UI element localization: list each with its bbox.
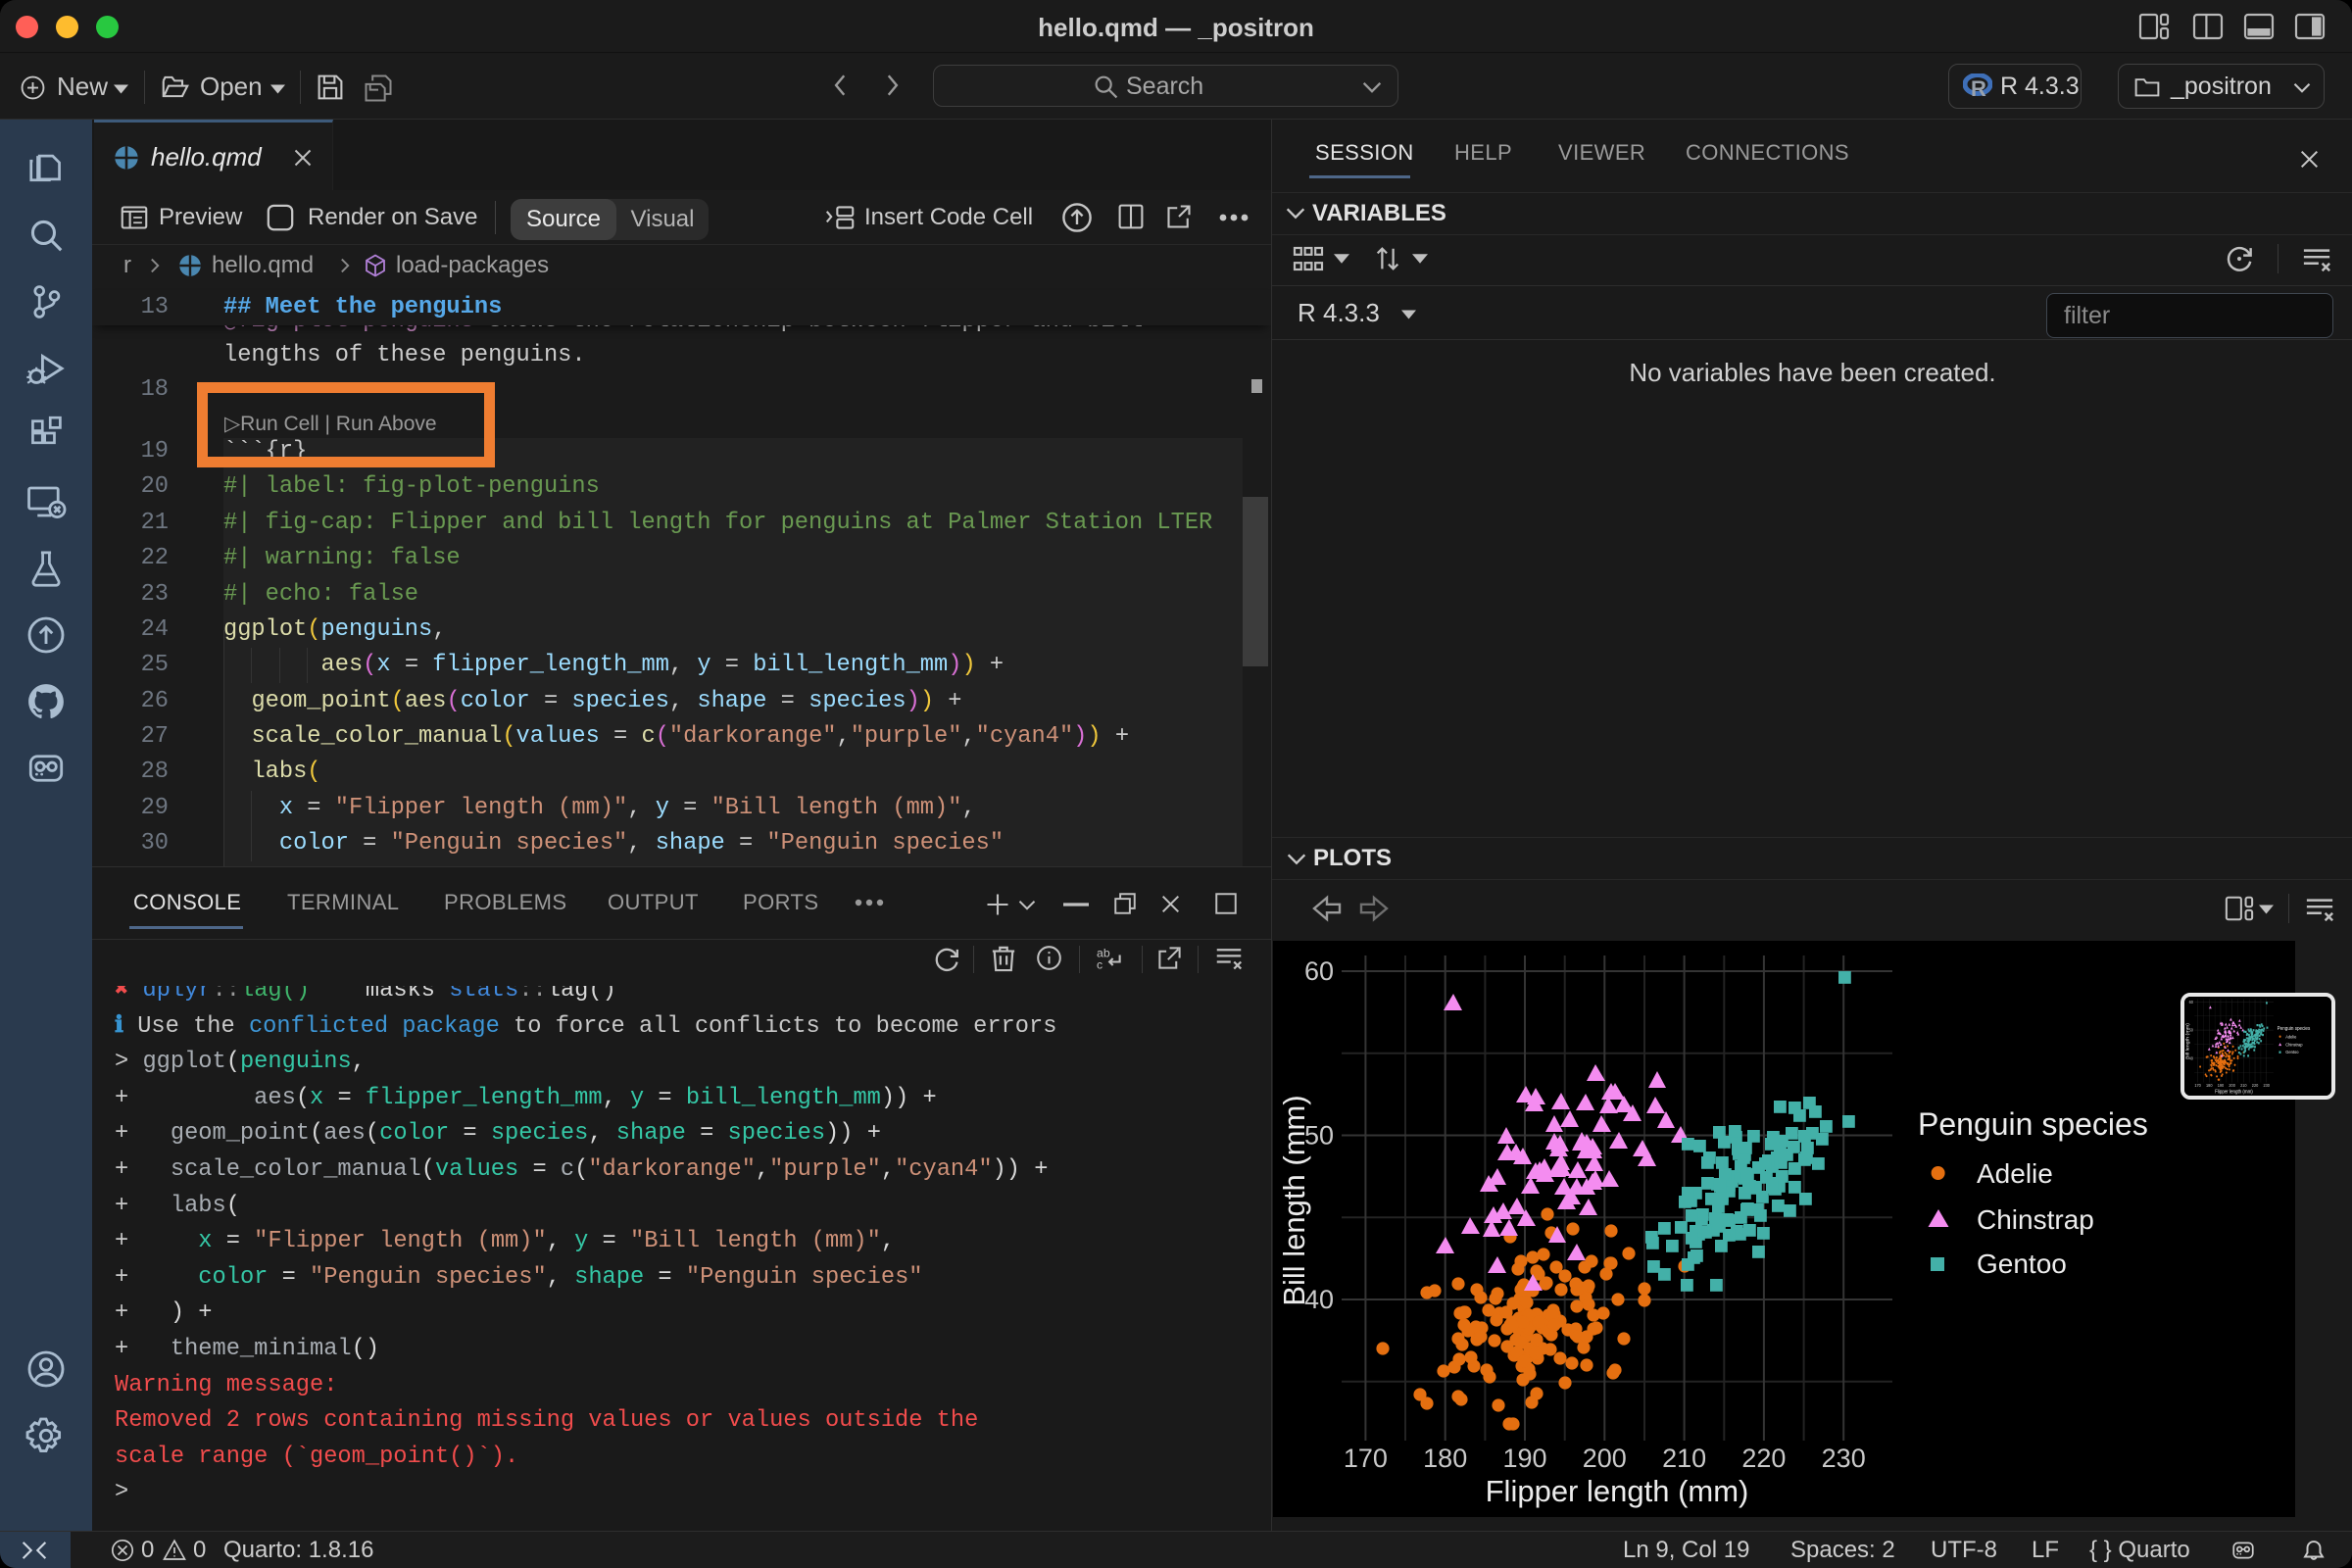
svg-text:210: 210 xyxy=(1662,1444,1706,1473)
svg-text:Adelie: Adelie xyxy=(1977,1158,2053,1189)
svg-text:Flipper length (mm): Flipper length (mm) xyxy=(1486,1474,1749,1508)
svg-text:220: 220 xyxy=(1741,1444,1786,1473)
svg-text:Gentoo: Gentoo xyxy=(1977,1249,2067,1279)
svg-text:170: 170 xyxy=(1344,1444,1388,1473)
svg-text:Chinstrap: Chinstrap xyxy=(1977,1204,2094,1235)
svg-text:200: 200 xyxy=(1583,1444,1627,1473)
svg-text:190: 190 xyxy=(1502,1444,1546,1473)
svg-text:Bill length (mm): Bill length (mm) xyxy=(1277,1095,1311,1305)
svg-text:60: 60 xyxy=(1304,956,1334,986)
svg-text:230: 230 xyxy=(1822,1444,1866,1473)
svg-text:R: R xyxy=(1971,76,1986,99)
svg-text:c: c xyxy=(1097,958,1102,972)
svg-text:Penguin species: Penguin species xyxy=(1918,1106,2148,1142)
svg-text:180: 180 xyxy=(1423,1444,1467,1473)
